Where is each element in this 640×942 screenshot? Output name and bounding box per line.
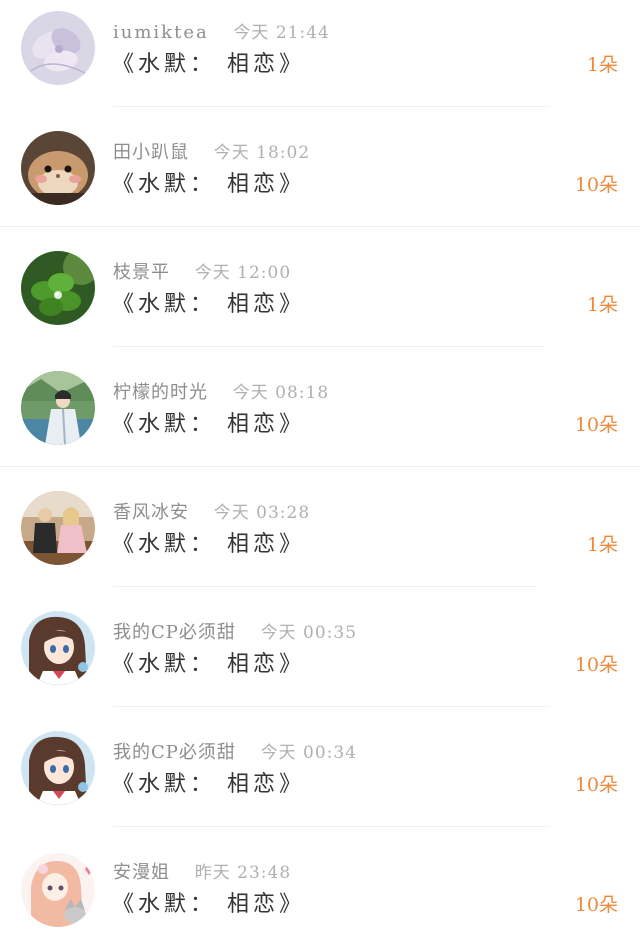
row-divider xyxy=(113,346,544,347)
hamster-avatar-icon[interactable] xyxy=(21,131,95,205)
list-item[interactable]: 枝景平 今天 12:00 《水默： 相恋》 1朵 xyxy=(0,240,640,360)
list-item[interactable]: 我的CP必须甜 今天 00:34 《水默： 相恋》 10朵 xyxy=(0,720,640,840)
flower-count: 10朵 xyxy=(574,174,618,196)
flower-avatar-icon[interactable] xyxy=(21,11,95,85)
flower-count: 1朵 xyxy=(586,534,618,556)
list-item[interactable]: iumiktea 今天 21:44 《水默： 相恋》 1朵 xyxy=(0,0,640,120)
gift-record-list: iumiktea 今天 21:44 《水默： 相恋》 1朵 田小趴鼠 今天 18… xyxy=(0,0,640,942)
timestamp: 今天 08:18 xyxy=(232,383,330,403)
flower-count: 1朵 xyxy=(586,294,618,316)
timestamp: 今天 18:02 xyxy=(213,143,311,163)
row-divider xyxy=(0,226,640,227)
gift-message: 《水默： 相恋》 xyxy=(112,652,305,677)
gift-message: 《水默： 相恋》 xyxy=(112,292,305,317)
gift-message: 《水默： 相恋》 xyxy=(112,172,305,197)
gift-message: 《水默： 相恋》 xyxy=(112,52,305,77)
timestamp: 今天 00:34 xyxy=(260,743,358,763)
gift-message: 《水默： 相恋》 xyxy=(112,532,305,557)
row-divider xyxy=(113,106,550,107)
flower-count: 10朵 xyxy=(574,774,618,796)
row-divider xyxy=(113,706,550,707)
gift-message: 《水默： 相恋》 xyxy=(112,412,305,437)
row-divider xyxy=(113,586,536,587)
list-item[interactable]: 香风冰安 今天 03:28 《水默： 相恋》 1朵 xyxy=(0,480,640,600)
item-meta: 枝景平 今天 12:00 xyxy=(113,258,291,286)
item-meta: 柠檬的时光 今天 08:18 xyxy=(113,378,329,406)
clover-avatar-icon[interactable] xyxy=(21,251,95,325)
anime-girl-avatar-icon[interactable] xyxy=(21,731,95,805)
gift-message: 《水默： 相恋》 xyxy=(112,772,305,797)
anime-girl-avatar-icon[interactable] xyxy=(21,611,95,685)
list-item[interactable]: 田小趴鼠 今天 18:02 《水默： 相恋》 10朵 xyxy=(0,120,640,240)
list-item[interactable]: 我的CP必须甜 今天 00:35 《水默： 相恋》 10朵 xyxy=(0,600,640,720)
user-name[interactable]: 安漫姐 xyxy=(113,862,170,883)
flower-count: 10朵 xyxy=(574,894,618,916)
user-name[interactable]: 香风冰安 xyxy=(113,502,189,523)
item-meta: 安漫姐 昨天 23:48 xyxy=(113,858,291,886)
list-item[interactable]: 安漫姐 昨天 23:48 《水默： 相恋》 10朵 xyxy=(0,840,640,942)
flower-count: 10朵 xyxy=(574,654,618,676)
costume-figure-avatar-icon[interactable] xyxy=(21,371,95,445)
flower-count: 10朵 xyxy=(574,414,618,436)
timestamp: 今天 12:00 xyxy=(194,263,292,283)
timestamp: 今天 00:35 xyxy=(260,623,358,643)
user-name[interactable]: 柠檬的时光 xyxy=(113,382,208,403)
timestamp: 今天 03:28 xyxy=(213,503,311,523)
item-meta: iumiktea 今天 21:44 xyxy=(113,18,330,46)
flower-count: 1朵 xyxy=(586,54,618,76)
item-meta: 我的CP必须甜 今天 00:35 xyxy=(113,618,357,646)
row-divider xyxy=(113,826,550,827)
gift-message: 《水默： 相恋》 xyxy=(112,892,305,917)
item-meta: 田小趴鼠 今天 18:02 xyxy=(113,138,310,166)
user-name[interactable]: 我的CP必须甜 xyxy=(113,742,236,763)
timestamp: 今天 21:44 xyxy=(233,23,330,43)
list-item[interactable]: 柠檬的时光 今天 08:18 《水默： 相恋》 10朵 xyxy=(0,360,640,480)
user-name[interactable]: 我的CP必须甜 xyxy=(113,622,236,643)
couple-avatar-icon[interactable] xyxy=(21,491,95,565)
item-meta: 我的CP必须甜 今天 00:34 xyxy=(113,738,357,766)
user-name[interactable]: 枝景平 xyxy=(113,262,170,283)
item-meta: 香风冰安 今天 03:28 xyxy=(113,498,310,526)
timestamp: 昨天 23:48 xyxy=(194,863,292,883)
row-divider xyxy=(0,466,640,467)
user-name[interactable]: 田小趴鼠 xyxy=(113,142,189,163)
anime-girl-cat-avatar-icon[interactable] xyxy=(21,853,95,927)
user-name[interactable]: iumiktea xyxy=(113,22,209,43)
